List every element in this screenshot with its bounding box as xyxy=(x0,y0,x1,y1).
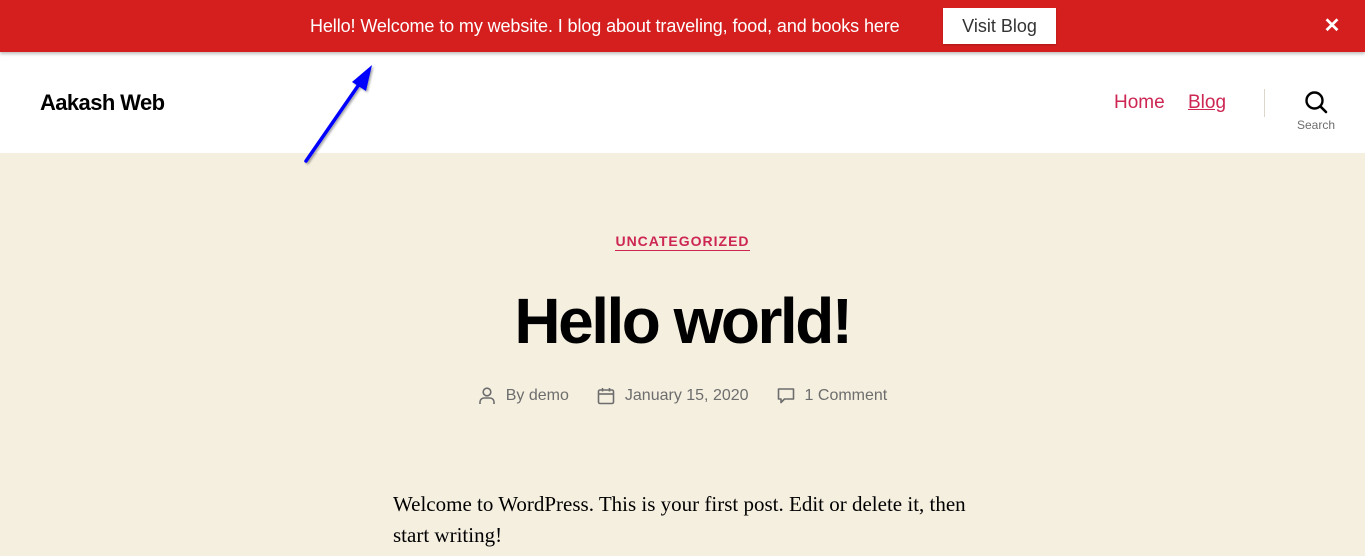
post-date: January 15, 2020 xyxy=(597,387,749,405)
post-content: UNCATEGORIZED Hello world! By demo Janua… xyxy=(0,153,1365,556)
site-header: Aakash Web Home Blog Search xyxy=(0,52,1365,153)
notice-message: Hello! Welcome to my website. I blog abo… xyxy=(310,16,900,36)
close-icon[interactable]: ✕ xyxy=(1322,16,1342,36)
comment-icon xyxy=(777,388,794,404)
notice-bar: Hello! Welcome to my website. I blog abo… xyxy=(0,0,1365,52)
comments-link[interactable]: 1 Comment xyxy=(805,387,888,405)
site-title[interactable]: Aakash Web xyxy=(40,90,165,116)
category-link[interactable]: UNCATEGORIZED xyxy=(615,233,750,251)
date-link[interactable]: January 15, 2020 xyxy=(625,387,749,405)
author-link[interactable]: By demo xyxy=(506,387,569,405)
post-meta: By demo January 15, 2020 1 Comment xyxy=(0,387,1365,405)
search-label: Search xyxy=(1296,118,1336,132)
post-category: UNCATEGORIZED xyxy=(0,233,1365,251)
user-icon xyxy=(478,387,495,404)
post-body: Welcome to WordPress. This is your first… xyxy=(393,492,966,547)
post-title: Hello world! xyxy=(514,285,853,357)
search-icon xyxy=(1305,91,1328,114)
nav-blog-link[interactable]: Blog xyxy=(1188,92,1226,114)
post-comments: 1 Comment xyxy=(777,387,888,405)
nav-divider xyxy=(1264,89,1265,117)
nav-home-link[interactable]: Home xyxy=(1114,92,1165,114)
calendar-icon xyxy=(597,388,615,405)
search-toggle-button[interactable]: Search xyxy=(1290,90,1342,140)
visit-blog-button[interactable]: Visit Blog xyxy=(943,8,1056,44)
post-author: By demo xyxy=(478,387,569,405)
